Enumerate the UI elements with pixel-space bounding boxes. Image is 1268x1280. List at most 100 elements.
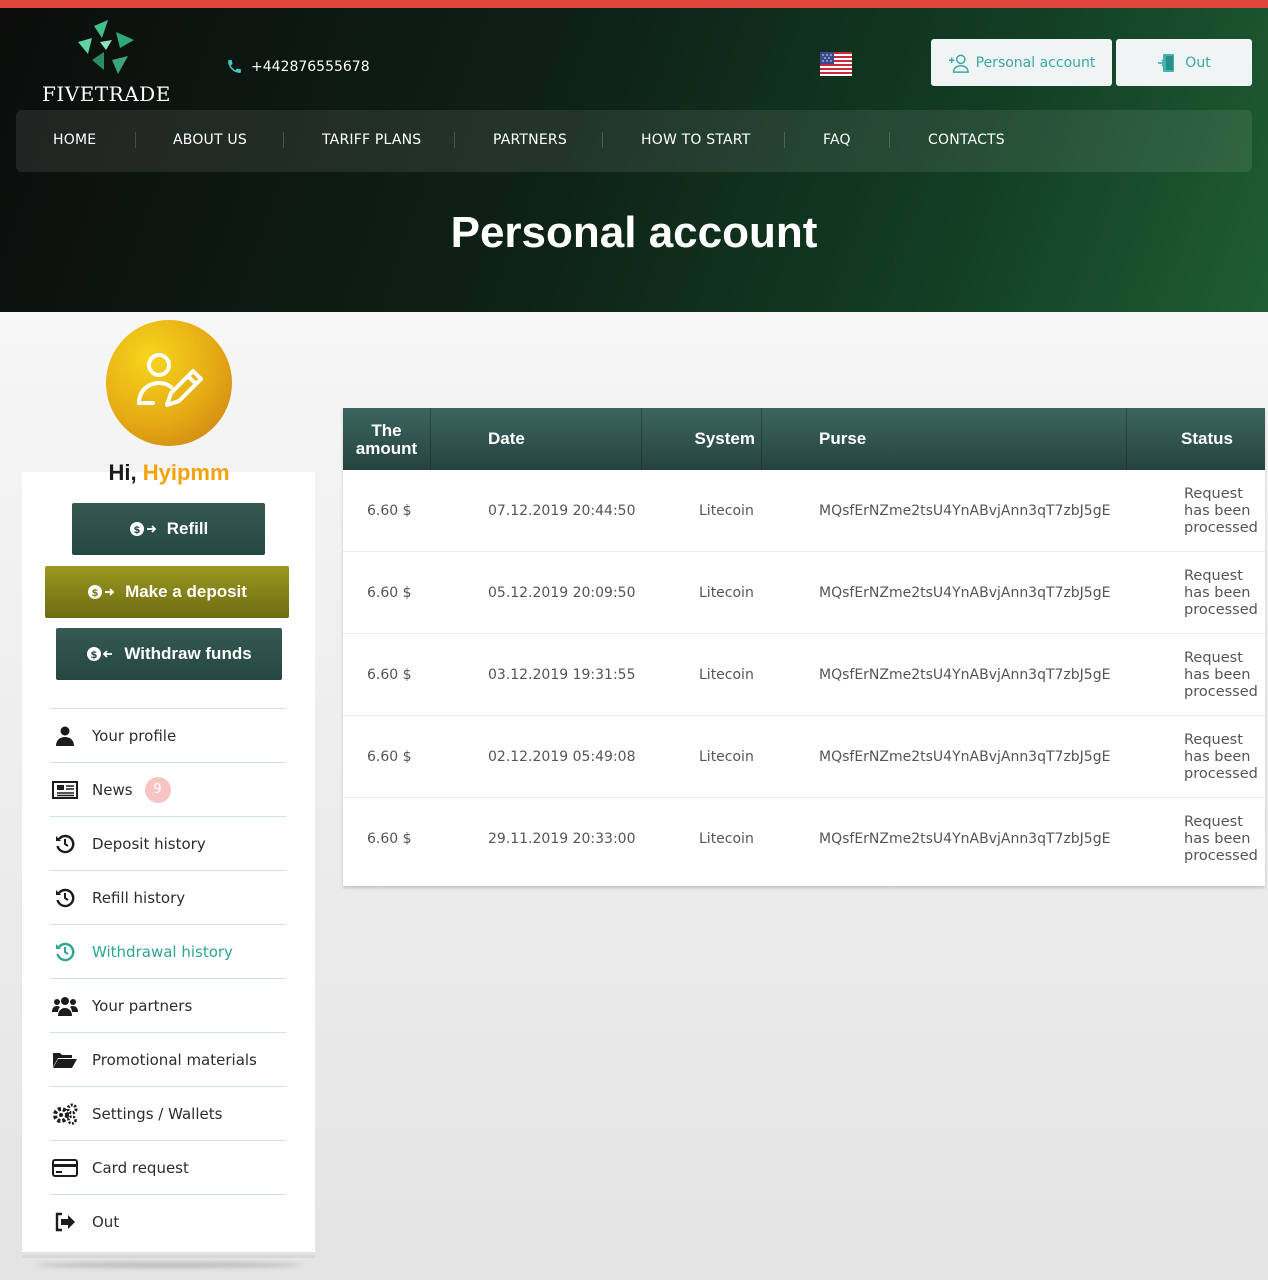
make-deposit-button[interactable]: $ Make a deposit bbox=[45, 566, 289, 618]
phone-number: +442876555678 bbox=[251, 58, 370, 75]
svg-text:$: $ bbox=[133, 525, 140, 536]
cell-system: Litecoin bbox=[699, 585, 754, 601]
add-user-icon bbox=[948, 54, 969, 73]
menu-item-card-request[interactable]: Card request bbox=[50, 1140, 286, 1194]
cell-amount: 6.60 $ bbox=[367, 585, 412, 601]
cell-system: Litecoin bbox=[699, 503, 754, 519]
menu-item-out[interactable]: Out bbox=[50, 1194, 286, 1248]
nav-divider bbox=[454, 132, 455, 148]
phone-icon bbox=[228, 60, 241, 73]
nav-contacts[interactable]: CONTACTS bbox=[928, 132, 1005, 148]
logo-mark-icon bbox=[78, 20, 134, 74]
cell-purse: MQsfErNZme2tsU4YnABvjAnn3qT7zbJ5gE bbox=[819, 831, 1111, 847]
nav-how-to-start[interactable]: HOW TO START bbox=[641, 132, 750, 148]
greeting: Hi, Hyipmm bbox=[0, 460, 338, 486]
account-menu: Your profile News 9 Deposit history Refi… bbox=[50, 708, 286, 1248]
cell-purse: MQsfErNZme2tsU4YnABvjAnn3qT7zbJ5gE bbox=[819, 749, 1111, 765]
cell-date: 07.12.2019 20:44:50 bbox=[488, 503, 636, 519]
page-title: Personal account bbox=[450, 208, 818, 257]
header: FIVETRADE +442876555678 Personal account bbox=[0, 8, 1268, 312]
cell-status: Request has been processed bbox=[1184, 813, 1258, 864]
phone-contact[interactable]: +442876555678 bbox=[226, 58, 370, 75]
withdraw-funds-button[interactable]: $ Withdraw funds bbox=[56, 628, 282, 680]
logout-button[interactable]: Out bbox=[1116, 39, 1252, 86]
withdraw-funds-label: Withdraw funds bbox=[124, 644, 252, 663]
menu-item-your-partners[interactable]: Your partners bbox=[50, 978, 286, 1032]
menu-item-label: Settings / Wallets bbox=[92, 1104, 223, 1123]
logout-label: Out bbox=[1185, 54, 1211, 71]
nav-partners[interactable]: PARTNERS bbox=[493, 132, 567, 148]
nav-faq[interactable]: FAQ bbox=[823, 132, 851, 148]
greeting-text: Hi, bbox=[108, 460, 137, 485]
menu-item-your-profile[interactable]: Your profile bbox=[50, 708, 286, 762]
history-icon bbox=[52, 887, 78, 909]
cell-date: 02.12.2019 05:49:08 bbox=[488, 749, 636, 765]
door-exit-icon bbox=[1158, 53, 1175, 72]
credit-card-icon bbox=[52, 1157, 78, 1179]
svg-text:$: $ bbox=[92, 588, 99, 599]
cell-amount: 6.60 $ bbox=[367, 831, 412, 847]
cell-amount: 6.60 $ bbox=[367, 749, 412, 765]
nav-divider bbox=[602, 132, 603, 148]
nav-divider bbox=[135, 132, 136, 148]
username: Hyipmm bbox=[142, 460, 230, 485]
table-row: 6.60 $ 03.12.2019 19:31:55 Litecoin MQsf… bbox=[343, 634, 1265, 716]
cell-system: Litecoin bbox=[699, 667, 754, 683]
logo[interactable]: FIVETRADE bbox=[42, 20, 171, 112]
cell-amount: 6.60 $ bbox=[367, 667, 412, 683]
cell-status: Request has been processed bbox=[1184, 731, 1258, 782]
newspaper-icon bbox=[52, 779, 78, 801]
nav-divider bbox=[784, 132, 785, 148]
cell-status: Request has been processed bbox=[1184, 649, 1258, 700]
refill-button[interactable]: $ Refill bbox=[72, 503, 265, 555]
top-accent-line bbox=[0, 0, 1268, 8]
cell-date: 05.12.2019 20:09:50 bbox=[488, 585, 636, 601]
nav-tariff-plans[interactable]: TARIFF PLANS bbox=[322, 132, 421, 148]
folder-open-icon bbox=[52, 1049, 78, 1071]
cell-status: Request has been processed bbox=[1184, 567, 1258, 618]
personal-account-button[interactable]: Personal account bbox=[931, 39, 1112, 86]
make-deposit-label: Make a deposit bbox=[125, 582, 247, 601]
cell-purse: MQsfErNZme2tsU4YnABvjAnn3qT7zbJ5gE bbox=[819, 585, 1111, 601]
menu-item-settings-wallets[interactable]: Settings / Wallets bbox=[50, 1086, 286, 1140]
menu-item-label: Withdrawal history bbox=[92, 942, 233, 961]
menu-item-promotional-materials[interactable]: Promotional materials bbox=[50, 1032, 286, 1086]
brand-name: FIVETRADE bbox=[42, 82, 171, 106]
history-icon bbox=[52, 941, 78, 963]
table-row: 6.60 $ 29.11.2019 20:33:00 Litecoin MQsf… bbox=[343, 798, 1265, 880]
news-count-badge: 9 bbox=[144, 776, 171, 803]
refill-label: Refill bbox=[166, 519, 209, 538]
menu-item-label: Card request bbox=[92, 1158, 189, 1177]
menu-item-withdrawal-history[interactable]: Withdrawal history bbox=[50, 924, 286, 978]
column-header-status: Status bbox=[1181, 429, 1233, 448]
menu-item-news[interactable]: News 9 bbox=[50, 762, 286, 816]
us-flag-icon[interactable] bbox=[820, 52, 852, 76]
column-header-purse: Purse bbox=[762, 408, 1127, 470]
cell-system: Litecoin bbox=[699, 831, 754, 847]
avatar[interactable] bbox=[106, 320, 232, 446]
menu-item-label: Your profile bbox=[92, 726, 177, 745]
sign-out-icon bbox=[52, 1211, 78, 1233]
cell-purse: MQsfErNZme2tsU4YnABvjAnn3qT7zbJ5gE bbox=[819, 667, 1111, 683]
table-row: 6.60 $ 05.12.2019 20:09:50 Litecoin MQsf… bbox=[343, 552, 1265, 634]
menu-item-deposit-history[interactable]: Deposit history bbox=[50, 816, 286, 870]
personal-account-label: Personal account bbox=[975, 54, 1096, 71]
table-header: The amount Date System Purse Status bbox=[343, 408, 1265, 470]
cell-date: 03.12.2019 19:31:55 bbox=[488, 667, 636, 683]
nav-about-us[interactable]: ABOUT US bbox=[173, 132, 247, 148]
history-icon bbox=[52, 833, 78, 855]
svg-text:$: $ bbox=[91, 650, 98, 661]
user-edit-icon bbox=[137, 353, 203, 407]
menu-item-label: Out bbox=[92, 1212, 120, 1231]
table-row: 6.60 $ 02.12.2019 05:49:08 Litecoin MQsf… bbox=[343, 716, 1265, 798]
menu-item-label: Promotional materials bbox=[92, 1050, 257, 1069]
menu-item-label: Refill history bbox=[92, 888, 186, 907]
cell-date: 29.11.2019 20:33:00 bbox=[488, 831, 636, 847]
menu-item-label: Your partners bbox=[92, 996, 193, 1015]
users-icon bbox=[52, 995, 78, 1017]
coin-out-icon: $ bbox=[87, 647, 113, 661]
nav-home[interactable]: HOME bbox=[53, 132, 96, 148]
nav-divider bbox=[283, 132, 284, 148]
main-navigation: HOME ABOUT US TARIFF PLANS PARTNERS HOW … bbox=[16, 110, 1252, 172]
menu-item-refill-history[interactable]: Refill history bbox=[50, 870, 286, 924]
